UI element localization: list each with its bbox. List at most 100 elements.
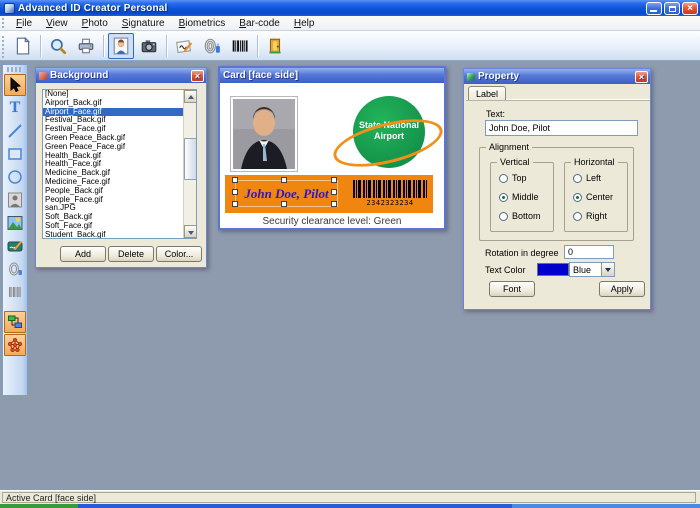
font-button[interactable]: Font (489, 281, 535, 297)
card-footer-label[interactable]: Security clearance level: Green (220, 216, 444, 227)
radio-bottom[interactable] (499, 212, 508, 221)
photo-person-icon (112, 37, 130, 55)
selection-handle[interactable] (232, 177, 238, 183)
menu-barcode[interactable]: Bar-code (232, 17, 287, 30)
text-field-label: Text: (486, 109, 505, 119)
photo-tool[interactable] (4, 189, 26, 211)
rotation-label: Rotation in degree (485, 248, 559, 258)
restore-button[interactable] (664, 2, 680, 15)
menu-photo[interactable]: Photo (75, 17, 115, 30)
ellipse-icon (7, 169, 23, 185)
menu-biometrics[interactable]: Biometrics (172, 17, 233, 30)
status-text: Active Card [face side] (2, 492, 696, 503)
scroll-up-button[interactable] (184, 90, 197, 103)
selection-handle[interactable] (331, 201, 337, 207)
selection-handle[interactable] (281, 177, 287, 183)
selection-handle[interactable] (232, 189, 238, 195)
add-button[interactable]: Add (60, 246, 106, 262)
radio-middle[interactable] (499, 193, 508, 202)
text-tool[interactable]: T (4, 97, 26, 119)
radio-bottom-label: Bottom (512, 211, 541, 221)
signature-tool[interactable] (4, 235, 26, 257)
delete-button[interactable]: Delete (108, 246, 154, 262)
image-tool[interactable] (4, 212, 26, 234)
status-bar: Active Card [face side] (0, 490, 700, 504)
radio-left-label: Left (586, 173, 601, 183)
ellipse-tool[interactable] (4, 166, 26, 188)
selection-handle[interactable] (331, 189, 337, 195)
apply-button[interactable]: Apply (599, 281, 645, 297)
signature-icon (175, 37, 193, 55)
taskbar-strip-start (0, 504, 78, 508)
selection-handle[interactable] (232, 201, 238, 207)
card-photo[interactable] (230, 96, 298, 172)
background-panel-titlebar: Background × (36, 68, 206, 83)
rotation-input[interactable] (564, 245, 614, 259)
signature-button[interactable] (171, 33, 197, 59)
print-button[interactable] (73, 33, 99, 59)
printer-icon (77, 37, 95, 55)
radio-top[interactable] (499, 174, 508, 183)
barcode-button[interactable] (227, 33, 253, 59)
scroll-thumb[interactable] (184, 138, 197, 180)
color-button[interactable]: Color... (156, 246, 202, 262)
tool-palette: T (2, 64, 28, 396)
alignment-group-label: Alignment (486, 142, 532, 152)
fingerprint-tool[interactable] (4, 258, 26, 280)
menu-view[interactable]: View (39, 17, 75, 30)
window-title: Advanced ID Creator Personal (18, 3, 168, 14)
chevron-down-icon[interactable] (601, 263, 614, 276)
radio-left[interactable] (573, 174, 582, 183)
select-tool[interactable] (4, 74, 26, 96)
selection-handle[interactable] (331, 177, 337, 183)
new-document-button[interactable] (10, 33, 36, 59)
background-list[interactable]: [None] Airport_Back.gif Airport_Face.gif… (42, 89, 197, 239)
pen-signature-icon (7, 238, 23, 254)
close-button[interactable]: × (682, 2, 698, 15)
color-dropdown-value: Blue (570, 265, 601, 275)
color-swatch (537, 263, 569, 276)
barcode-stripes (353, 180, 427, 198)
minimize-button[interactable] (646, 2, 662, 15)
card-face[interactable]: State National Airport John Doe, Pilot 2… (220, 83, 444, 228)
radio-center-label: Center (586, 192, 613, 202)
camera-button[interactable] (136, 33, 162, 59)
horizontal-group-label: Horizontal (571, 157, 618, 167)
list-scrollbar[interactable] (183, 90, 196, 238)
cursor-arrow-icon (7, 77, 23, 93)
menu-file[interactable]: File (9, 17, 39, 30)
card-barcode[interactable]: 2342323234 (353, 180, 427, 209)
exit-door-icon (266, 37, 284, 55)
list-item[interactable]: Student_Back.gif (43, 231, 183, 239)
property-panel: Property × Label Text: Alignment Vertica… (463, 68, 651, 310)
line-icon (7, 123, 23, 139)
barcode-number: 2342323234 (353, 199, 427, 207)
radio-right[interactable] (573, 212, 582, 221)
fingerprint-button[interactable] (199, 33, 225, 59)
exit-button[interactable] (262, 33, 288, 59)
text-input[interactable] (485, 120, 638, 136)
barcode-tool[interactable] (4, 281, 26, 303)
flowchart-tool[interactable] (4, 311, 26, 333)
menu-signature[interactable]: Signature (115, 17, 172, 30)
tab-label[interactable]: Label (468, 86, 506, 100)
window-titlebar: Advanced ID Creator Personal × (0, 0, 700, 16)
radio-center[interactable] (573, 193, 582, 202)
portrait-photo (233, 99, 295, 169)
card-name-bar[interactable]: John Doe, Pilot 2342323234 (225, 175, 433, 213)
scroll-down-button[interactable] (184, 225, 197, 238)
background-panel-title: Background (50, 70, 108, 81)
network-tool[interactable] (4, 334, 26, 356)
rectangle-tool[interactable] (4, 143, 26, 165)
menu-help[interactable]: Help (287, 17, 322, 30)
selection-handle[interactable] (281, 201, 287, 207)
background-close-icon[interactable]: × (191, 70, 204, 82)
line-tool[interactable] (4, 120, 26, 142)
zoom-button[interactable] (45, 33, 71, 59)
color-dropdown[interactable]: Blue (569, 262, 615, 277)
fingerprint-small-icon (7, 261, 23, 277)
card-panel: Card [face side] State National Airport (218, 66, 446, 230)
photo-button[interactable] (108, 33, 134, 59)
property-close-icon[interactable]: × (635, 71, 648, 83)
card-panel-titlebar: Card [face side] (220, 68, 444, 83)
